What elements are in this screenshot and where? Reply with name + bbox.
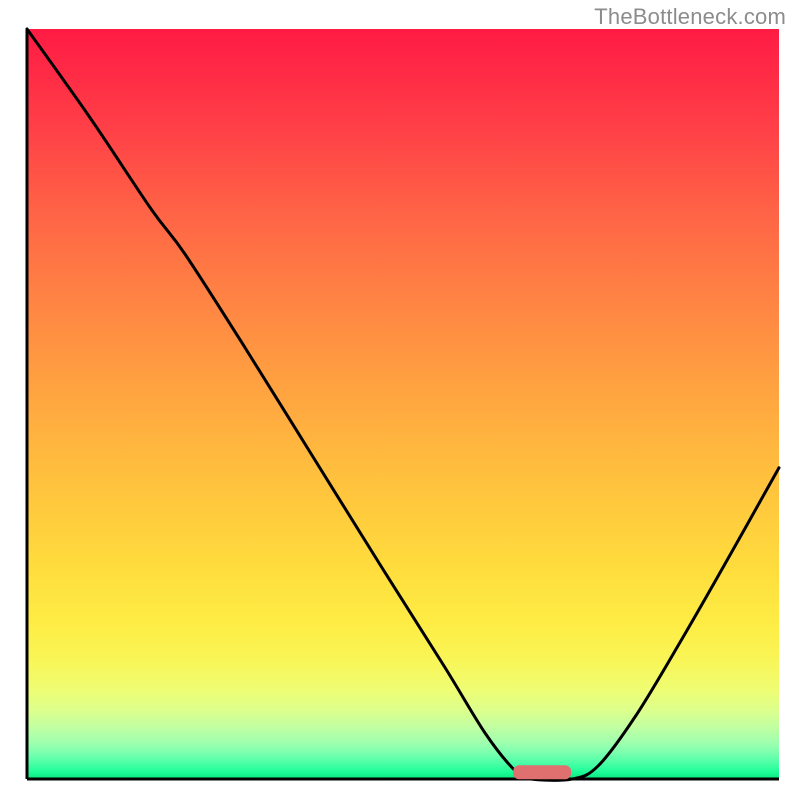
bottleneck-chart-svg (0, 0, 800, 800)
optimal-marker (513, 765, 571, 779)
chart-frame: TheBottleneck.com (0, 0, 800, 800)
